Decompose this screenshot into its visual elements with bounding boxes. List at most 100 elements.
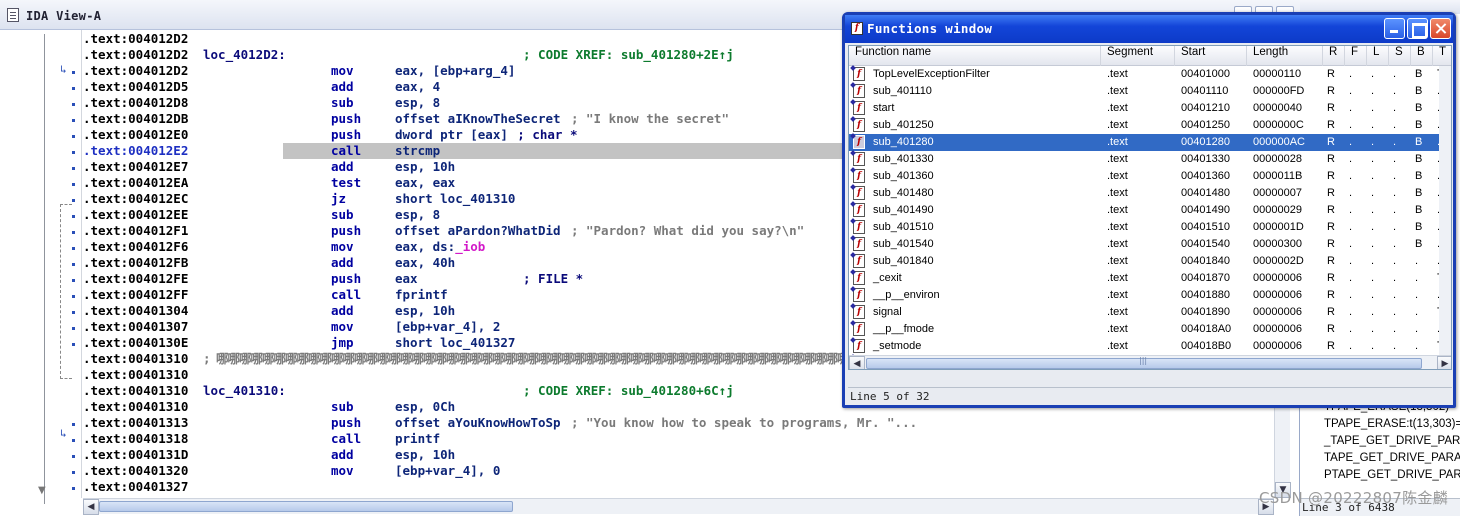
column-header[interactable]: Start [1175, 46, 1247, 66]
operand-text: esp, 10h [395, 159, 456, 174]
screen: IDA View-A ↳ ↳ ▼ .text:004012D2 .text:00401… [0, 0, 1460, 516]
flag-cell: . [1415, 255, 1419, 267]
flow-line [44, 34, 45, 504]
function-row[interactable]: fsub_401250.text004012500000000CR...B. [849, 117, 1451, 134]
function-name: sub_401480 [873, 187, 934, 199]
disasm-line[interactable]: .text:00401320 mov [ebp+var_4], 0 [83, 463, 1273, 479]
column-header[interactable]: S [1389, 46, 1411, 66]
function-row[interactable]: fsub_401540.text0040154000000300R...B. [849, 236, 1451, 253]
scroll-left-icon[interactable]: ◀ [849, 356, 865, 369]
function-row[interactable]: fsub_401110.text00401110000000FDR...B. [849, 83, 1451, 100]
column-header[interactable]: F [1345, 46, 1367, 66]
instruction-dot [72, 263, 75, 266]
function-row[interactable]: f__p__fmode.text004018A000000006R..... [849, 321, 1451, 338]
maximize-button[interactable] [1407, 18, 1428, 39]
column-header[interactable]: B [1411, 46, 1433, 66]
column-header[interactable]: T [1433, 46, 1451, 66]
instruction-dot [72, 343, 75, 346]
operand: esp, 10h [395, 159, 455, 175]
function-row[interactable]: fsub_401360.text004013600000011BR...B. [849, 168, 1451, 185]
function-icon: f [853, 135, 865, 149]
function-name: sub_401490 [873, 204, 934, 216]
mnemonic: add [331, 79, 354, 94]
instruction-dot [72, 455, 75, 458]
function-row[interactable]: fstart.text0040121000000040R...B. [849, 100, 1451, 117]
string-comment: ; "I know the secret" [570, 111, 729, 126]
function-row[interactable]: fsub_401480.text0040148000000007R...B. [849, 185, 1451, 202]
string-comment: ; "Pardon? What did you say?\n" [570, 223, 805, 238]
length-cell: 00000006 [1253, 340, 1302, 352]
instruction-dot [72, 311, 75, 314]
flag-cell: . [1393, 323, 1397, 335]
function-row[interactable]: f_cexit.text0040187000000006R....T [849, 270, 1451, 287]
mnemonic: call [331, 287, 362, 302]
segment-cell: .text [1107, 255, 1128, 267]
mnemonic: add [331, 303, 354, 318]
start-cell: 004018A0 [1181, 323, 1232, 335]
column-header[interactable]: Segment [1101, 46, 1175, 66]
function-icon: f [853, 237, 865, 251]
flag-cell: . [1371, 204, 1375, 216]
minimize-button[interactable] [1384, 18, 1405, 39]
flag-cell: . [1349, 340, 1353, 352]
disassembly-horizontal-scrollbar[interactable]: ◀ ▶ [83, 498, 1274, 515]
mnemonic: add [331, 255, 354, 270]
function-row[interactable]: f__p__environ.text0040188000000006R..... [849, 287, 1451, 304]
function-row[interactable]: fsignal.text0040189000000006R....T [849, 304, 1451, 321]
disasm-line[interactable]: .text:00401327 [83, 479, 1273, 495]
scroll-left-icon[interactable]: ◀ [83, 499, 99, 515]
operand: fprintf [395, 287, 448, 303]
functions-horizontal-scroll-thumb[interactable] [866, 356, 1422, 369]
close-button[interactable] [1430, 18, 1451, 39]
functions-list-header: Function name Segment Start Length R F L S B T [849, 46, 1451, 66]
function-name: _setmode [873, 340, 922, 352]
address: .text:004012D8 [83, 95, 189, 110]
segment-cell: .text [1107, 238, 1128, 250]
instruction-dot [72, 183, 75, 186]
flow-arrow-down-icon: ▼ [38, 485, 46, 496]
operand: esp, 8 [395, 95, 440, 111]
length-cell: 00000040 [1253, 102, 1302, 114]
xref-comment: ; CODE XREF: sub_401280+2E↑j [523, 47, 734, 62]
function-icon: f [853, 339, 865, 353]
address: .text:004012FE [83, 271, 189, 286]
function-row[interactable]: fsub_401280.text00401280000000ACR...B. [849, 134, 1451, 151]
instruction-dot [72, 487, 75, 490]
operand-text: esp, 8 [395, 207, 441, 222]
code-label: loc_4012D2: [203, 47, 286, 62]
mnemonic: push [331, 415, 362, 430]
mnemonic: push [331, 271, 362, 286]
pane-line: PTAPE_GET_DRIVE_PARA [1324, 469, 1460, 481]
address: .text:00401310 [83, 367, 189, 382]
disasm-line[interactable]: .text:0040131D add esp, 10h [83, 447, 1273, 463]
functions-list[interactable]: Function name Segment Start Length R F L S B T fT… [848, 45, 1452, 370]
operand-import: _iob [455, 239, 486, 254]
functions-window-controls [1384, 18, 1451, 39]
mnemonic: sub [331, 399, 354, 414]
flag-cell: B [1415, 136, 1423, 148]
function-row[interactable]: f_setmode.text004018B000000006R....T [849, 338, 1451, 355]
address: .text:00401327 [83, 479, 189, 494]
function-row[interactable]: fsub_401510.text004015100000001DR...B. [849, 219, 1451, 236]
function-row[interactable]: fsub_401490.text0040149000000029R...B. [849, 202, 1451, 219]
column-header[interactable]: Length [1247, 46, 1323, 66]
function-name: start [873, 102, 895, 114]
disasm-line[interactable]: .text:00401313 push offset aYouKnowHowToSp… [83, 415, 1273, 431]
function-row[interactable]: f TopLevelExceptionFilter .text 00401000 000… [849, 66, 1451, 83]
function-row[interactable]: fsub_401840.text004018400000002DR..... [849, 253, 1451, 270]
length-cell: 00000029 [1253, 204, 1302, 216]
functions-vertical-scrollbar[interactable] [1439, 66, 1451, 355]
functions-horizontal-scrollbar[interactable]: ◀ ▶ [849, 355, 1451, 369]
pane-line: TPAPE_ERASE:t(13,303)=(1 [1324, 418, 1460, 430]
horizontal-scroll-thumb[interactable] [99, 501, 513, 512]
functions-status: Line 5 of 32 [848, 387, 1452, 405]
scroll-right-icon[interactable]: ▶ [1437, 356, 1451, 369]
address: .text:004012EA [83, 175, 189, 190]
column-header[interactable]: R [1323, 46, 1345, 66]
column-header[interactable]: Function name [849, 46, 1101, 66]
function-name: __p__fmode [873, 323, 935, 335]
column-header[interactable]: L [1367, 46, 1389, 66]
disasm-line[interactable]: .text:00401318 call printf [83, 431, 1273, 447]
functions-window-titlebar[interactable]: f Functions window [845, 15, 1453, 43]
function-row[interactable]: fsub_401330.text0040133000000028R...B. [849, 151, 1451, 168]
